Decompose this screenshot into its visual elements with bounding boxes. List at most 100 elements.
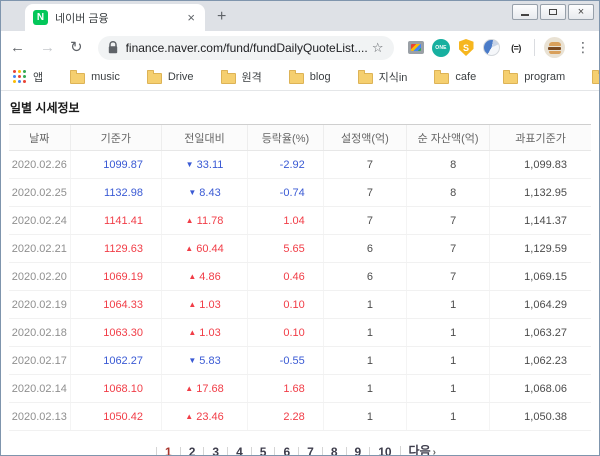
back-button[interactable]: ← <box>10 40 25 55</box>
cell-price: 1099.87 <box>70 151 161 179</box>
up-arrow-icon: ▲ <box>188 272 196 281</box>
bookmarks-bar: 앱musicDrive원격blog지식incafeprogram유용한 자료» <box>1 64 599 91</box>
page-link-5[interactable]: 5 <box>251 447 275 456</box>
cell-rate: -0.55 <box>248 347 324 375</box>
cell-change: ▲ 17.68 <box>161 375 247 403</box>
column-header: 과표기준가 <box>490 125 591 151</box>
bookmark-label: 앱 <box>33 69 43 85</box>
section-title: 일별 시세정보 <box>10 99 591 116</box>
close-window-button[interactable]: × <box>568 4 594 20</box>
cell-price: 1132.98 <box>70 179 161 207</box>
page-link-10[interactable]: 10 <box>369 447 399 456</box>
cell-price: 1069.19 <box>70 263 161 291</box>
page-link-9[interactable]: 9 <box>346 447 370 456</box>
cell-net-asset: 1 <box>406 403 489 431</box>
new-tab-button[interactable]: + <box>217 8 226 26</box>
column-header: 전일대비 <box>161 125 247 151</box>
cell-change: ▲ 4.86 <box>161 263 247 291</box>
swirl-extension-icon[interactable] <box>482 39 500 57</box>
url-text[interactable]: finance.naver.com/fund/fundDailyQuoteLis… <box>126 41 372 55</box>
screenshot-extension-icon[interactable] <box>407 39 425 57</box>
cell-tax-base: 1,068.06 <box>490 375 591 403</box>
profile-avatar[interactable] <box>544 37 565 58</box>
cell-date: 2020.02.17 <box>9 347 70 375</box>
tab-close-icon[interactable]: × <box>185 10 197 25</box>
page-link-6[interactable]: 6 <box>274 447 298 456</box>
bookmark-item-2[interactable]: music <box>70 70 120 84</box>
up-arrow-icon: ▲ <box>186 216 194 225</box>
lock-icon <box>108 41 118 54</box>
next-page-link[interactable]: 다음› <box>400 446 444 456</box>
brackets-icon: (=) <box>511 43 521 53</box>
browser-tab[interactable]: N 네이버 금융 × <box>25 4 205 31</box>
up-arrow-icon: ▲ <box>185 412 193 421</box>
cell-date: 2020.02.19 <box>9 291 70 319</box>
cell-price: 1141.41 <box>70 207 161 235</box>
maximize-icon <box>549 9 557 15</box>
table-row: 2020.02.211129.63▲ 60.445.65671,129.59 <box>9 235 591 263</box>
cell-setup-amount: 7 <box>323 207 406 235</box>
table-row: 2020.02.261099.87▼ 33.11-2.92781,099.83 <box>9 151 591 179</box>
cell-rate: 2.28 <box>248 403 324 431</box>
cell-setup-amount: 6 <box>323 235 406 263</box>
reload-button[interactable]: ↻ <box>70 40 83 55</box>
page-link-2[interactable]: 2 <box>180 447 204 456</box>
cell-net-asset: 1 <box>406 347 489 375</box>
address-bar[interactable]: finance.naver.com/fund/fundDailyQuoteLis… <box>98 36 394 60</box>
cell-date: 2020.02.20 <box>9 263 70 291</box>
bookmark-star-icon[interactable]: ☆ <box>372 40 384 56</box>
up-arrow-icon: ▲ <box>188 300 196 309</box>
bookmark-label: 지식in <box>379 69 408 85</box>
table-row: 2020.02.141068.10▲ 17.681.68111,068.06 <box>9 375 591 403</box>
bookmark-item-9[interactable]: 유용한 자료 <box>592 69 600 85</box>
brackets-extension-icon[interactable]: (=) <box>507 39 525 57</box>
cell-rate: 5.65 <box>248 235 324 263</box>
cell-date: 2020.02.18 <box>9 319 70 347</box>
bookmark-item-3[interactable]: Drive <box>147 70 194 84</box>
cell-date: 2020.02.26 <box>9 151 70 179</box>
cell-change: ▲ 60.44 <box>161 235 247 263</box>
cell-net-asset: 1 <box>406 291 489 319</box>
page-link-8[interactable]: 8 <box>322 447 346 456</box>
window-controls: × <box>512 4 594 20</box>
cell-rate: 0.10 <box>248 319 324 347</box>
cell-change: ▲ 1.03 <box>161 319 247 347</box>
page-link-4[interactable]: 4 <box>227 447 251 456</box>
column-header: 날짜 <box>9 125 70 151</box>
bookmark-item-8[interactable]: program <box>503 70 565 84</box>
folder-icon <box>592 73 600 84</box>
cell-rate: -2.92 <box>248 151 324 179</box>
cell-change: ▲ 23.46 <box>161 403 247 431</box>
bookmark-item-7[interactable]: cafe <box>434 70 476 84</box>
favicon-letter: N <box>37 12 44 23</box>
browser-menu-icon[interactable]: ⋮ <box>576 39 590 56</box>
cell-net-asset: 7 <box>406 263 489 291</box>
tab-strip: N 네이버 금융 × + × <box>1 1 599 31</box>
page-link-1[interactable]: 1 <box>156 447 180 456</box>
up-arrow-icon: ▲ <box>185 244 193 253</box>
one-extension-icon[interactable]: ONE <box>432 39 450 57</box>
bookmark-item-6[interactable]: 지식in <box>358 69 408 85</box>
column-header: 순 자산액(억) <box>406 125 489 151</box>
table-header-row: 날짜기준가전일대비등락율(%)설정액(억)순 자산액(억)과표기준가 <box>9 125 591 151</box>
cell-setup-amount: 1 <box>323 403 406 431</box>
table-row: 2020.02.171062.27▼ 5.83-0.55111,062.23 <box>9 347 591 375</box>
bookmark-item-5[interactable]: blog <box>289 70 331 84</box>
cell-net-asset: 1 <box>406 319 489 347</box>
folder-icon <box>434 73 449 84</box>
bookmark-item-4[interactable]: 원격 <box>221 69 262 85</box>
maximize-button[interactable] <box>540 4 566 20</box>
page-link-7[interactable]: 7 <box>298 447 322 456</box>
apps-grid-icon <box>13 70 27 84</box>
bookmark-label: cafe <box>455 71 476 83</box>
picture-frame-icon <box>408 41 424 54</box>
cell-tax-base: 1,069.15 <box>490 263 591 291</box>
bookmark-item-1[interactable]: 앱 <box>13 69 43 85</box>
minimize-button[interactable] <box>512 4 538 20</box>
cell-price: 1050.42 <box>70 403 161 431</box>
page-link-3[interactable]: 3 <box>203 447 227 456</box>
cell-price: 1129.63 <box>70 235 161 263</box>
folder-icon <box>147 73 162 84</box>
cell-rate: 1.04 <box>248 207 324 235</box>
shield-extension-icon[interactable]: S <box>457 39 475 57</box>
